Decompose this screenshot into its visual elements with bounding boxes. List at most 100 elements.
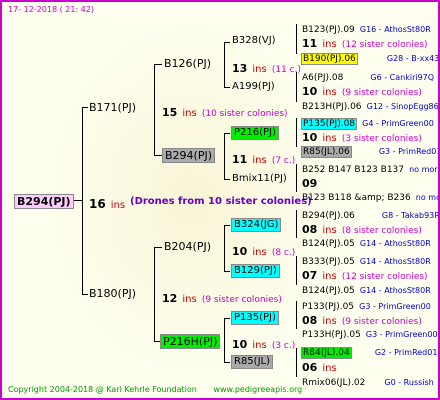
gen4-line2: B123 B118 &amp; B236 no more xyxy=(302,187,440,203)
root-ins-word: ins xyxy=(110,200,126,211)
leaf-info: G8 - Takab93R xyxy=(381,211,440,220)
gen3-node[interactable]: R85(JL) xyxy=(231,355,273,369)
leaf-label[interactable]: R85(JL).06 xyxy=(301,146,352,158)
copyright-text: Copyright 2004-2018 @ Karl Kehrle Founda… xyxy=(8,386,302,394)
leaf-info: G4 - PrimGreen00 xyxy=(362,119,434,128)
root-ins: 16 ins xyxy=(89,195,125,211)
leaf-label[interactable]: B124(PJ).05 xyxy=(302,286,355,296)
sire-ins: 15 ins (10 sister colonies) xyxy=(162,103,288,119)
copyright-label: Copyright 2004-2018 @ Karl Kehrle Founda… xyxy=(8,385,197,394)
gen3-node[interactable]: P216(PJ) xyxy=(231,126,279,140)
ins-word: ins xyxy=(252,64,267,75)
gen2-node[interactable]: B126(PJ) xyxy=(164,58,211,69)
sis-count: (11 c.) xyxy=(271,65,301,75)
ins-count: 11 xyxy=(232,153,248,166)
drones-note: (Drones from 10 sister colonies) xyxy=(130,196,312,207)
leaf-label[interactable]: B123 B118 &amp; B236 xyxy=(302,193,411,203)
connector xyxy=(224,133,225,179)
gen2-ins: 11 ins (7 c.) xyxy=(232,150,295,166)
gen4-line2: B124(PJ).05 G14 - AthosSt80R xyxy=(302,280,431,296)
connector xyxy=(296,24,297,54)
leaf-info: G14 - AthosSt80R xyxy=(359,257,431,266)
leaf-label[interactable]: B124(PJ).05 xyxy=(302,239,355,249)
gen3-node[interactable]: P135(PJ) xyxy=(231,311,279,325)
ins-word: ins xyxy=(252,340,267,351)
ins-word: ins xyxy=(252,155,267,166)
dam-ins-count: 12 xyxy=(162,292,178,305)
connector xyxy=(224,87,230,88)
connector xyxy=(296,256,297,285)
root-ins-count: 16 xyxy=(89,197,106,211)
dam-ins: 12 ins (9 sister colonies) xyxy=(162,289,282,305)
gen4-line2: B190(PJ).06 G28 - B-xx43 xyxy=(301,48,440,65)
connector xyxy=(82,294,88,295)
connector xyxy=(74,200,82,201)
gen4-line2: P133H(PJ).05 G3 - PrimGreen00 xyxy=(302,324,438,340)
connector xyxy=(82,107,83,294)
connector xyxy=(82,107,88,108)
ins-count: 13 xyxy=(232,62,248,75)
gen2-node[interactable]: P216H(PJ) xyxy=(160,334,221,349)
ins-count: 10 xyxy=(232,245,248,258)
sire-node[interactable]: B171(PJ) xyxy=(89,102,136,113)
connector xyxy=(224,133,230,134)
connector xyxy=(224,225,225,271)
gen4-line2: Rmix06(JL).02 G0 - Russish xyxy=(302,372,434,388)
connector xyxy=(224,318,230,319)
gen3-node[interactable]: Bmix11(PJ) xyxy=(232,174,287,184)
sire-ins-word: ins xyxy=(182,108,197,119)
connector xyxy=(154,155,162,156)
pedigree-frame: 17- 12-2018 ( 21: 42) B294(PJ) 16 ins (D… xyxy=(0,0,440,400)
leaf-info: G3 - PrimGreen00 xyxy=(365,330,438,339)
gen3-node[interactable]: B328(VJ) xyxy=(232,36,276,46)
dam-node[interactable]: B180(PJ) xyxy=(89,288,136,299)
sis-count: (7 c.) xyxy=(271,156,296,166)
leaf-label[interactable]: P133H(PJ).05 xyxy=(302,330,361,340)
connector xyxy=(224,318,225,362)
dam-ins-word: ins xyxy=(182,294,197,305)
leaf-label[interactable]: B190(PJ).06 xyxy=(301,53,358,65)
root-node[interactable]: B294(PJ) xyxy=(14,194,74,209)
gen4-line2: R85(JL).06 G3 - PrimRed01 xyxy=(301,141,440,158)
gen2-node[interactable]: B294(PJ) xyxy=(162,148,216,163)
leaf-info: G14 - AthosSt80R xyxy=(359,286,431,295)
gen4-line1: B252 B147 B123 B137 no more xyxy=(302,159,440,175)
connector xyxy=(154,247,155,341)
date-stamp: 17- 12-2018 ( 21: 42) xyxy=(8,5,94,14)
ins-word: ins xyxy=(252,247,267,258)
gen4-line2: B124(PJ).05 G14 - AthosSt80R xyxy=(302,233,431,249)
sire-sis: (10 sister colonies) xyxy=(201,109,288,119)
leaf-label[interactable]: Rmix06(JL).02 xyxy=(302,378,365,388)
site-link[interactable]: www.pedigreeapis.org xyxy=(213,385,302,394)
ins-count: 10 xyxy=(232,338,248,351)
leaf-info: G3 - PrimRed01 xyxy=(378,147,440,156)
gen2-ins: 10 ins (3 c.) xyxy=(232,335,295,351)
connector xyxy=(224,42,230,43)
leaf-info: G16 - AthosSt80R xyxy=(359,25,431,34)
leaf-info: G2 - PrimRed01 xyxy=(374,348,438,357)
leaf-info: G0 - Russish xyxy=(384,378,434,387)
connector xyxy=(224,225,230,226)
connector xyxy=(296,348,297,377)
leaf-label[interactable]: B213H(PJ).06 xyxy=(302,102,362,112)
connector xyxy=(296,72,297,102)
gen2-node[interactable]: B204(PJ) xyxy=(164,241,211,252)
leaf-info: no more xyxy=(409,165,440,174)
connector xyxy=(296,301,297,329)
sis-count: (8 c.) xyxy=(271,248,296,258)
gen2-ins: 13 ins (11 c.) xyxy=(232,59,301,75)
gen3-node[interactable]: B129(PJ) xyxy=(231,264,280,278)
gen3-node[interactable]: B324(JG) xyxy=(231,218,282,232)
gen3-node[interactable]: A199(PJ) xyxy=(232,82,275,92)
gen4-line1: B294(PJ).06 G8 - Takab93R xyxy=(302,205,440,221)
connector xyxy=(154,64,162,65)
connector xyxy=(224,42,225,87)
leaf-info: G14 - AthosSt80R xyxy=(359,239,431,248)
leaf-info: G6 - Cankiri97Q xyxy=(370,73,435,82)
sire-ins-count: 15 xyxy=(162,106,178,119)
connector xyxy=(296,210,297,238)
dam-sis: (9 sister colonies) xyxy=(201,295,282,305)
leaf-info: no more xyxy=(415,193,440,202)
connector xyxy=(154,247,162,248)
leaf-info: G28 - B-xx43 xyxy=(386,54,440,63)
